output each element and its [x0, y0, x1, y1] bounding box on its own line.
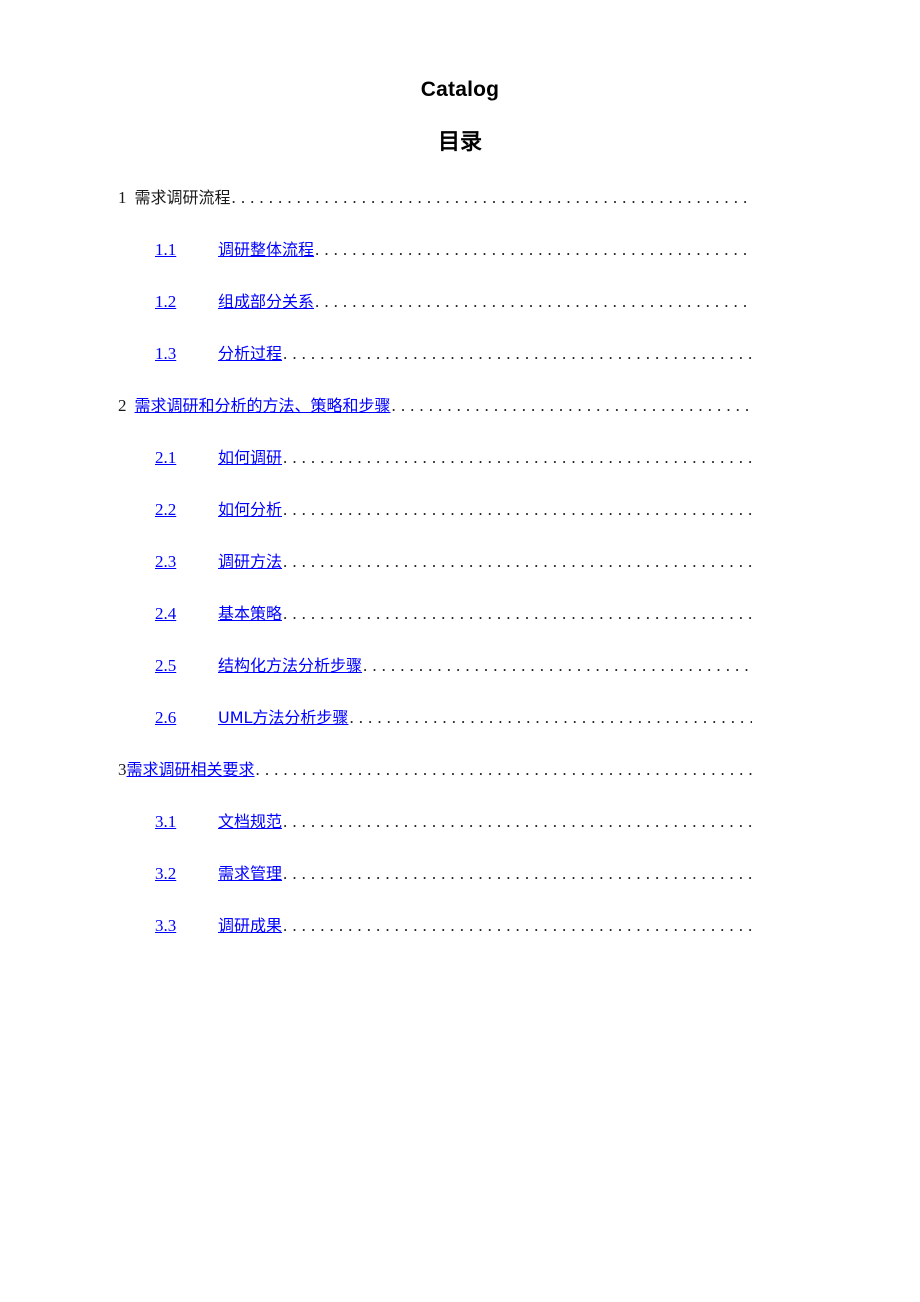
toc-entry-label[interactable]: 调研成果: [218, 911, 282, 941]
toc-entry-label[interactable]: 分析过程: [218, 339, 282, 369]
toc-entry-label[interactable]: UML方法分析步骤: [218, 703, 348, 733]
toc-dot-leader: [283, 807, 752, 833]
toc-entry-number: 3.3: [155, 916, 177, 935]
toc-entry-3-3[interactable]: 3.3 调研成果: [0, 911, 920, 963]
toc-entry-number: 2: [118, 396, 127, 415]
toc-entry-2[interactable]: 2 需求调研和分析的方法、策略和步骤: [0, 391, 920, 443]
toc-entry-2-4[interactable]: 2.4 基本策略: [0, 599, 920, 651]
toc-entry-label[interactable]: 如何调研: [218, 443, 282, 473]
toc-dot-leader: [283, 443, 752, 469]
page-title-english: Catalog: [420, 78, 500, 101]
toc-entry-2-5[interactable]: 2.5 结构化方法分析步骤: [0, 651, 920, 703]
toc-entry-number: 2.4: [155, 604, 177, 623]
toc-dot-leader: [315, 287, 752, 313]
toc-entry-number: 2.1: [155, 448, 177, 467]
toc-entry-number: 2.2: [155, 500, 177, 519]
toc-entry-label[interactable]: 需求调研相关要求: [127, 755, 255, 785]
toc-entry-2-2[interactable]: 2.2 如何分析: [0, 495, 920, 547]
toc-entry-number: 3.2: [155, 864, 177, 883]
document-page: Catalog 目录 1 需求调研流程 1.1 调研整体流程 1.2 组成部分关系 1.3 分…: [0, 0, 920, 1302]
toc-dot-leader: [283, 911, 752, 937]
toc-entry-number: 3.1: [155, 812, 177, 831]
toc-entry-number: 2.5: [155, 656, 177, 675]
toc-entry-label[interactable]: 需求管理: [218, 859, 282, 889]
toc-dot-leader: [283, 859, 752, 885]
toc-entry-label[interactable]: 需求调研和分析的方法、策略和步骤: [135, 391, 391, 421]
toc-entry-label[interactable]: 组成部分关系: [218, 287, 314, 317]
toc-entry-label[interactable]: 调研整体流程: [218, 235, 314, 265]
toc-entry-number: 1.3: [155, 344, 177, 363]
toc-entry-3-1[interactable]: 3.1 文档规范: [0, 807, 920, 859]
toc-entry-1[interactable]: 1 需求调研流程: [0, 183, 920, 235]
toc-dot-leader: [392, 391, 752, 417]
toc-dot-leader: [349, 703, 752, 729]
toc-dot-leader: [363, 651, 752, 677]
toc-dot-leader: [283, 547, 752, 573]
toc-entry-number: 3: [118, 760, 127, 779]
toc-entry-2-3[interactable]: 2.3 调研方法: [0, 547, 920, 599]
page-title-chinese: 目录: [437, 130, 482, 155]
toc-entry-1-3[interactable]: 1.3 分析过程: [0, 339, 920, 391]
toc-entry-number: 1: [118, 188, 127, 207]
table-of-contents: 1 需求调研流程 1.1 调研整体流程 1.2 组成部分关系 1.3 分析过程 2 需求调研和分析…: [0, 183, 920, 963]
toc-entry-label[interactable]: 结构化方法分析步骤: [218, 651, 362, 681]
toc-dot-leader: [232, 183, 752, 209]
toc-dot-leader: [283, 339, 752, 365]
toc-entry-1-1[interactable]: 1.1 调研整体流程: [0, 235, 920, 287]
toc-entry-number: 2.6: [155, 708, 177, 727]
toc-dot-leader: [283, 495, 752, 521]
toc-dot-leader: [256, 755, 752, 781]
toc-dot-leader: [283, 599, 752, 625]
toc-entry-label[interactable]: 需求调研流程: [135, 183, 231, 213]
toc-entry-number: 1.2: [155, 292, 177, 311]
toc-dot-leader: [315, 235, 752, 261]
toc-entry-2-6[interactable]: 2.6 UML方法分析步骤: [0, 703, 920, 755]
toc-entry-label[interactable]: 基本策略: [218, 599, 282, 629]
toc-entry-label[interactable]: 如何分析: [218, 495, 282, 525]
toc-entry-number: 1.1: [155, 240, 177, 259]
toc-entry-2-1[interactable]: 2.1 如何调研: [0, 443, 920, 495]
toc-entry-number: 2.3: [155, 552, 177, 571]
toc-entry-label[interactable]: 调研方法: [218, 547, 282, 577]
toc-entry-3[interactable]: 3 需求调研相关要求: [0, 755, 920, 807]
toc-entry-1-2[interactable]: 1.2 组成部分关系: [0, 287, 920, 339]
toc-entry-label[interactable]: 文档规范: [218, 807, 282, 837]
toc-entry-3-2[interactable]: 3.2 需求管理: [0, 859, 920, 911]
